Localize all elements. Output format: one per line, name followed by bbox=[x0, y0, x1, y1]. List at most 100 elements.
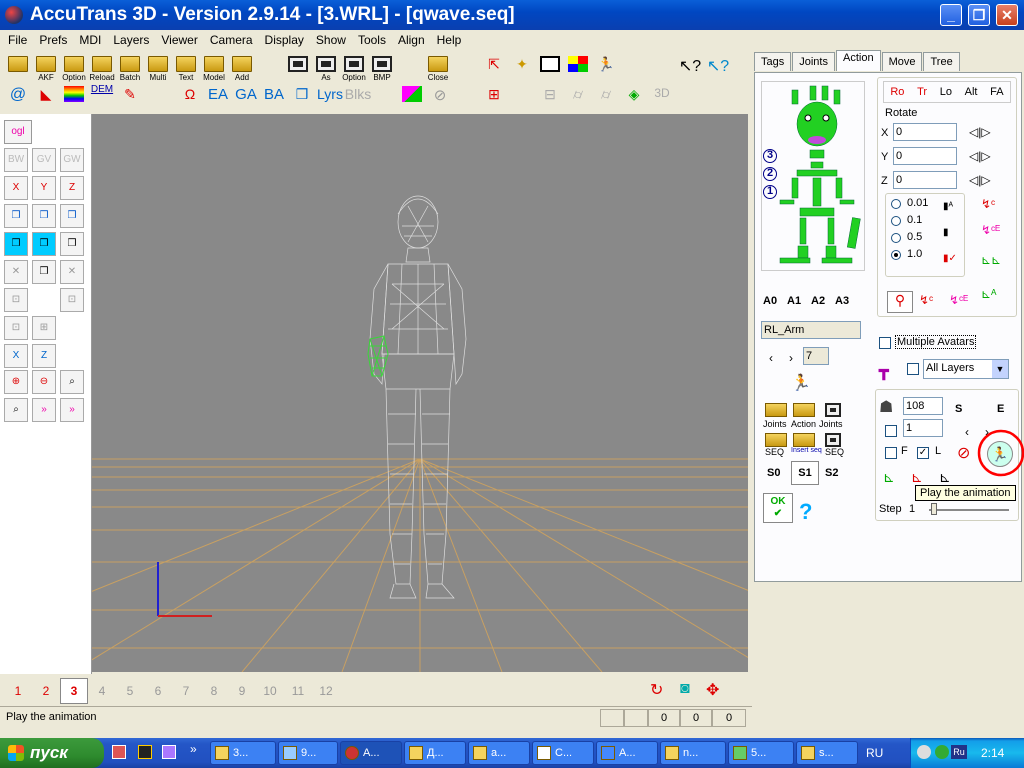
tab-tree[interactable]: Tree bbox=[923, 52, 960, 71]
key-2-icon[interactable]: ⊾ bbox=[911, 469, 923, 486]
rainbow-icon[interactable] bbox=[60, 86, 88, 103]
rotate-c-icon[interactable]: ↻ bbox=[650, 680, 663, 700]
cube-3-icon[interactable]: ❒ bbox=[60, 204, 84, 228]
insert-seq-icon[interactable] bbox=[793, 433, 815, 447]
cube-5-icon[interactable]: ❒ bbox=[32, 232, 56, 256]
blks-button[interactable]: Blks bbox=[344, 86, 372, 102]
task-1[interactable]: 3... bbox=[210, 741, 276, 765]
ogl-button[interactable]: ogl bbox=[4, 120, 32, 144]
zoom-icon[interactable]: ⌕ bbox=[60, 370, 84, 394]
menu-viewer[interactable]: Viewer bbox=[155, 30, 203, 50]
frame-checkbox[interactable] bbox=[885, 425, 897, 437]
menu-camera[interactable]: Camera bbox=[204, 30, 259, 50]
task-4[interactable]: Д... bbox=[404, 741, 466, 765]
cube-1-icon[interactable]: ❒ bbox=[4, 204, 28, 228]
maximize-button[interactable]: ❐ bbox=[968, 4, 990, 26]
rotate-y-button[interactable]: Y bbox=[32, 176, 56, 200]
joint-c-icon[interactable]: ↯ᶜ bbox=[919, 293, 933, 307]
layer-pin-icon[interactable]: ┳ bbox=[879, 361, 889, 381]
stop-animation-icon[interactable]: ⊘ bbox=[957, 443, 970, 463]
task-6[interactable]: C... bbox=[532, 741, 594, 765]
ga-button[interactable]: GA bbox=[232, 86, 260, 103]
3d-viewport[interactable] bbox=[92, 114, 748, 672]
step-slider[interactable] bbox=[929, 509, 1009, 511]
cube-2-icon[interactable]: ❒ bbox=[32, 204, 56, 228]
frame-4[interactable]: 4 bbox=[88, 684, 116, 698]
f-checkbox[interactable] bbox=[885, 447, 897, 459]
frame-9[interactable]: 9 bbox=[228, 684, 256, 698]
ok-button[interactable]: OK ✔ bbox=[763, 493, 793, 523]
s0-button[interactable]: S0 bbox=[767, 467, 780, 479]
step-10-radio[interactable] bbox=[891, 250, 901, 260]
close-file-button[interactable]: Close bbox=[424, 56, 452, 82]
walk-icon[interactable]: 🏃 bbox=[592, 56, 620, 73]
joint-pin-button[interactable]: ⚲ bbox=[887, 291, 913, 313]
level-2-button[interactable]: 2 bbox=[763, 167, 777, 181]
rotate-x-button[interactable]: X bbox=[4, 176, 28, 200]
disc-icon[interactable]: ⌭ bbox=[592, 86, 620, 103]
vertex-1-icon[interactable]: ✕ bbox=[4, 260, 28, 284]
layers-dropdown-arrow-icon[interactable]: ▼ bbox=[992, 360, 1008, 378]
scale-x-button[interactable]: X bbox=[4, 344, 28, 368]
language-indicator[interactable]: RU bbox=[866, 746, 883, 760]
cylinder-icon[interactable]: ⌭ bbox=[564, 86, 592, 103]
open-model-button[interactable]: Model bbox=[200, 56, 228, 82]
camera-c-icon[interactable]: ◙ bbox=[680, 680, 690, 698]
zoom-extents-2-icon[interactable]: » bbox=[60, 398, 84, 422]
menu-show[interactable]: Show bbox=[310, 30, 352, 50]
bw-button[interactable]: BW bbox=[4, 148, 28, 172]
quicklaunch-more-icon[interactable]: » bbox=[190, 742, 197, 756]
no-entry-icon[interactable]: ⊘ bbox=[426, 86, 454, 104]
ghost-icon[interactable]: ☗ bbox=[879, 397, 893, 417]
frame-10[interactable]: 10 bbox=[256, 684, 284, 698]
frame-2[interactable]: 2 bbox=[32, 684, 60, 698]
joint-name-field[interactable]: RL_Arm bbox=[761, 321, 861, 339]
frame-8[interactable]: 8 bbox=[200, 684, 228, 698]
bone-tool-icon[interactable]: ⊾⊾ bbox=[981, 253, 1001, 267]
select-2-icon[interactable]: ⊡ bbox=[60, 288, 84, 312]
select-1-icon[interactable]: ⊡ bbox=[4, 288, 28, 312]
level-3-button[interactable]: 3 bbox=[763, 149, 777, 163]
joint-ce-icon[interactable]: ↯ᶜᴱ bbox=[949, 293, 968, 307]
joint-index-field[interactable]: 7 bbox=[803, 347, 829, 365]
task-10[interactable]: s... bbox=[796, 741, 858, 765]
menu-help[interactable]: Help bbox=[431, 30, 468, 50]
slider-b-icon[interactable]: ▮ bbox=[943, 227, 949, 238]
key-3-icon[interactable]: ⊾ bbox=[939, 469, 951, 486]
rotate-z-button[interactable]: Z bbox=[60, 176, 84, 200]
rotate-x-input[interactable]: 0 bbox=[893, 123, 957, 141]
mode-ro[interactable]: Ro bbox=[890, 86, 904, 98]
task-9[interactable]: 5... bbox=[728, 741, 794, 765]
tray-speaker-icon[interactable] bbox=[917, 745, 931, 759]
current-frame-field[interactable]: 1 bbox=[903, 419, 943, 437]
s2-button[interactable]: S2 bbox=[825, 467, 838, 479]
step-01-radio[interactable] bbox=[891, 216, 901, 226]
transform-icon[interactable]: ⇱ bbox=[480, 56, 508, 73]
save-as-button[interactable]: As bbox=[312, 56, 340, 82]
tray-ru-icon[interactable]: Ru bbox=[951, 745, 967, 759]
at-icon[interactable]: @ bbox=[4, 86, 32, 104]
frame-5[interactable]: 5 bbox=[116, 684, 144, 698]
mode-fa[interactable]: FA bbox=[990, 86, 1003, 98]
tab-action[interactable]: Action bbox=[836, 50, 881, 71]
close-button[interactable]: ✕ bbox=[996, 4, 1018, 26]
key-1-icon[interactable]: ⊾ bbox=[883, 469, 895, 486]
avatar-a3-button[interactable]: A3 bbox=[835, 295, 849, 307]
frame-11[interactable]: 11 bbox=[284, 684, 312, 698]
cube-4-icon[interactable]: ❒ bbox=[4, 232, 28, 256]
open-akf-labeled-button[interactable]: AKF bbox=[32, 56, 60, 82]
rotate-z-input[interactable]: 0 bbox=[893, 171, 957, 189]
reload-button[interactable]: Reload bbox=[88, 56, 116, 82]
frame-3-selected[interactable]: 3 bbox=[60, 678, 88, 704]
pencil-icon[interactable]: ✎ bbox=[116, 86, 144, 103]
zoom-in-icon[interactable]: ⊕ bbox=[4, 370, 28, 394]
move-icon[interactable]: ✦ bbox=[508, 56, 536, 73]
tab-tags[interactable]: Tags bbox=[754, 52, 792, 71]
avatar-a0-button[interactable]: A0 bbox=[763, 295, 777, 307]
joint-a-icon[interactable]: ⊾ᴬ bbox=[981, 287, 997, 301]
app-icon[interactable] bbox=[5, 6, 23, 24]
level-1-button[interactable]: 1 bbox=[763, 185, 777, 199]
tray-network-icon[interactable] bbox=[935, 745, 949, 759]
ea-button[interactable]: EA bbox=[204, 86, 232, 103]
add-model-button[interactable]: Add bbox=[228, 56, 256, 82]
